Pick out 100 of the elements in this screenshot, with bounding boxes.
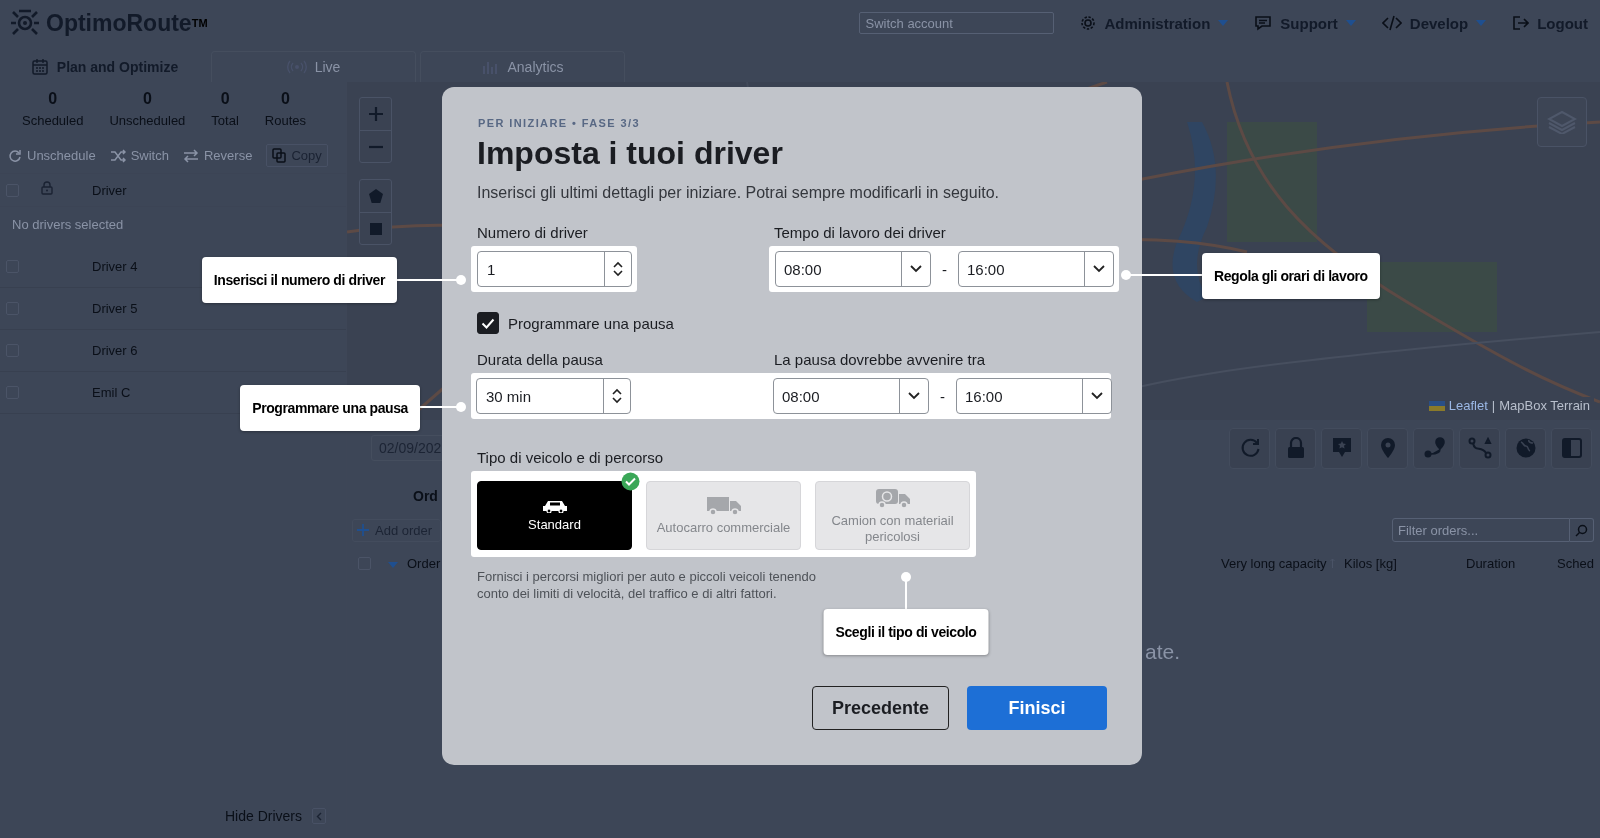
- number-field[interactable]: 1: [477, 251, 632, 287]
- flag-icon: [1428, 400, 1445, 411]
- stat-value: 0: [280, 90, 290, 108]
- stat-label: Total: [211, 113, 239, 128]
- hide-drivers-label: Hide Drivers: [225, 808, 302, 824]
- car-icon: [541, 498, 568, 513]
- leader-line: [420, 401, 467, 413]
- stat-value: 0: [220, 90, 230, 108]
- checkmark-icon: [481, 317, 495, 329]
- stat-label: Unscheduled: [109, 113, 186, 128]
- field-label: Numero di driver: [477, 224, 589, 241]
- column-header: Kilos [kg]: [1344, 555, 1398, 571]
- empty-text: ate.: [1145, 640, 1181, 664]
- callout: Scegli il tipo di veicolo: [823, 609, 989, 655]
- undo-icon: [8, 148, 22, 163]
- path-icon[interactable]: [1467, 437, 1492, 459]
- lock-icon[interactable]: [1285, 437, 1306, 459]
- map-tool-button[interactable]: [1367, 427, 1408, 469]
- time-select[interactable]: 08:00: [775, 251, 931, 287]
- column-header: Sched: [1557, 555, 1595, 571]
- globe-icon[interactable]: [1514, 437, 1537, 459]
- back-button[interactable]: Precedente: [812, 686, 949, 730]
- stat-value: 0: [48, 90, 58, 108]
- square-icon: [369, 222, 382, 235]
- checkbox-label: Programmare una pausa: [508, 314, 674, 332]
- gear-icon: [1080, 15, 1097, 31]
- swap-icon: [182, 148, 199, 163]
- map-tool-button[interactable]: [1229, 427, 1270, 469]
- filter-field[interactable]: Filter orders...: [1392, 518, 1570, 542]
- vehicle-option[interactable]: Camion con materiail pericolosi: [815, 481, 970, 550]
- column-header: Very long capacity: [1221, 555, 1327, 571]
- lock-icon: [41, 181, 53, 195]
- map-tool-button[interactable]: [1459, 427, 1500, 469]
- dialog-title: Imposta i tuoi driver: [477, 135, 784, 172]
- search-button[interactable]: [1570, 518, 1594, 542]
- sidebar-icon[interactable]: [1560, 437, 1583, 459]
- field-label: Durata della pausa: [477, 351, 604, 368]
- code-icon: [1381, 15, 1402, 31]
- logo-icon: [10, 9, 40, 37]
- time-select[interactable]: 16:00: [958, 251, 1114, 287]
- callout: Regola gli orari di lavoro: [1202, 253, 1380, 299]
- logout-icon: [1512, 15, 1530, 31]
- checkbox[interactable]: [477, 312, 499, 334]
- spinner-icon: [612, 388, 622, 404]
- callout: Programmare una pausa: [240, 385, 420, 431]
- chat-icon: [1254, 15, 1273, 31]
- number-field[interactable]: 30 min: [476, 378, 631, 414]
- chevron-left-icon: [316, 811, 322, 821]
- time-select[interactable]: 08:00: [773, 378, 929, 414]
- chevron-down-icon: [1091, 392, 1103, 400]
- search-icon: [1575, 523, 1588, 537]
- column-header: Driver: [92, 182, 128, 198]
- time-select[interactable]: 16:00: [956, 378, 1112, 414]
- vehicle-option[interactable]: Standard: [477, 481, 632, 550]
- map-tool-button[interactable]: [1413, 427, 1454, 469]
- callout: Inserisci il numero di driver: [201, 257, 397, 303]
- chevron-down-icon: [908, 392, 920, 400]
- logo-text: OptimoRoute: [46, 9, 192, 37]
- map-tool-button[interactable]: [1505, 427, 1546, 469]
- caret-icon: [388, 561, 398, 568]
- driver-name: Emil C: [92, 385, 132, 400]
- dialog-subtitle: Inserisci gli ultimi dettagli per iniziare. Potrai sempre modificarli in seguito.: [477, 184, 1000, 202]
- field-label: La pausa dovrebbe avvenire tra: [774, 351, 986, 368]
- section-title: Ord: [413, 488, 438, 506]
- leaflet-link[interactable]: Leaflet: [1448, 398, 1488, 413]
- vehicle-description: Fornisci i percorsi migliori per auto e piccoli veicoli tenendo conto dei limiti di velocità, del traffico e di altri fattori.: [477, 568, 817, 602]
- spinner-icon: [613, 261, 623, 277]
- route-icon[interactable]: [1422, 437, 1445, 459]
- leader-line: [900, 571, 912, 609]
- layers-button[interactable]: [1537, 97, 1587, 147]
- finish-button[interactable]: Finisci: [967, 686, 1107, 730]
- minus-icon: [368, 144, 383, 149]
- switch-account-field[interactable]: Switch account: [859, 12, 1055, 34]
- plus-icon: [368, 107, 383, 121]
- attribution-separator: |: [1491, 398, 1496, 413]
- map-tool-button[interactable]: [1275, 427, 1316, 469]
- pin-icon[interactable]: [1379, 437, 1396, 459]
- copy-icon: [272, 148, 287, 163]
- truck-icon: [705, 495, 742, 516]
- field-label: Tipo di veicolo e di percorso: [477, 449, 665, 466]
- attribution-text: MapBox Terrain: [1499, 398, 1590, 413]
- column-header: Duration: [1466, 555, 1517, 571]
- collapse-button[interactable]: [312, 808, 326, 824]
- calendar-icon: [30, 58, 49, 76]
- pentagon-icon: [368, 189, 383, 203]
- range-separator: -: [942, 260, 947, 278]
- map-tool-button[interactable]: [1321, 427, 1362, 469]
- field-label: Tempo di lavoro dei driver: [774, 224, 947, 241]
- leader-line: [397, 274, 467, 286]
- map-tool-button[interactable]: [1551, 427, 1592, 469]
- range-separator: -: [940, 387, 945, 405]
- vehicle-option[interactable]: Autocarro commerciale: [646, 481, 801, 550]
- driver-name: Driver 5: [92, 301, 139, 316]
- column-header: Order: [407, 555, 441, 571]
- driver-name: Driver 6: [92, 343, 139, 358]
- star-marker-icon[interactable]: [1331, 437, 1352, 459]
- stat-label: Scheduled: [22, 113, 84, 128]
- tanker-truck-icon: [874, 486, 911, 509]
- empty-message: No drivers selected: [11, 216, 125, 234]
- shuffle-icon: [109, 148, 126, 163]
